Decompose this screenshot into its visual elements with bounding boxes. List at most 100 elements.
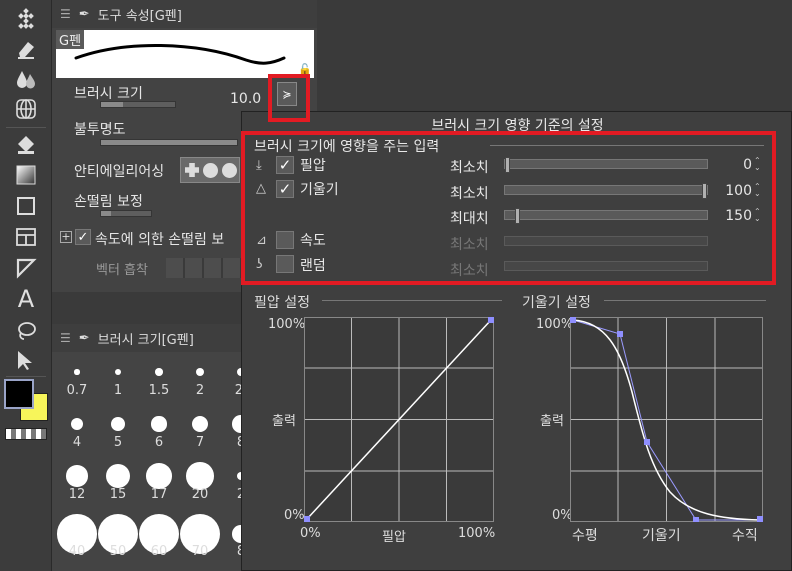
random-min-slider (504, 261, 708, 271)
brush-size-cell[interactable]: 0.7 (57, 358, 97, 398)
lasso-icon[interactable] (12, 318, 40, 344)
brush-size-slider[interactable] (100, 101, 176, 108)
speed-min-slider (504, 236, 708, 246)
pressure-graph-x-right: 100% (458, 526, 496, 541)
brush-size-grid: 0.711.522.45678121517202405060708 (52, 352, 250, 571)
pressure-min-value[interactable]: 0 (716, 157, 752, 173)
fill-bucket-icon[interactable] (12, 132, 40, 158)
brush-size-panel-title: 브러시 크기[G펜] (97, 332, 194, 348)
brush-size-label: 40 (68, 544, 86, 559)
transparent-color-swatch[interactable] (5, 428, 47, 440)
tilt-min-slider[interactable] (504, 183, 708, 199)
tilt-graph-title: 기울기 설정 (522, 295, 591, 311)
tilt-max-spinner[interactable]: ⌃ ⌄ (754, 208, 763, 223)
select-arrow-icon[interactable] (12, 347, 40, 373)
pressure-checkbox[interactable]: ✓ (276, 156, 294, 174)
brush-size-cell[interactable]: 40 (57, 514, 97, 559)
tilt-min-thumb[interactable] (702, 183, 707, 199)
brush-size-label: 12 (68, 487, 86, 502)
random-label: 랜덤 (300, 258, 326, 274)
brush-size-cell[interactable]: 12 (57, 462, 97, 502)
stabilization-label: 손떨림 보정 (74, 194, 143, 210)
vector-options[interactable] (166, 258, 241, 278)
pressure-curve-point[interactable] (488, 317, 494, 323)
section-title: 브러시 크기에 영향을 주는 입력 (254, 139, 440, 155)
brush-size-label: 2 (195, 383, 205, 398)
pressure-min-spinner[interactable]: ⌃ ⌄ (754, 157, 763, 172)
gradient-icon[interactable] (12, 162, 40, 188)
brush-size-cell[interactable]: 5 (98, 410, 138, 450)
tilt-min-spinner[interactable]: ⌃ ⌄ (754, 183, 763, 198)
random-checkbox[interactable] (276, 255, 294, 273)
speed-stab-checkbox[interactable]: ✓ (75, 229, 91, 245)
brush-size-cell[interactable]: 2 (180, 358, 220, 398)
brush-size-dot (111, 417, 125, 431)
tilt-max-value[interactable]: 150 (716, 208, 752, 224)
tilt-curve-point[interactable] (757, 516, 763, 522)
brush-size-label: 15 (109, 487, 127, 502)
pressure-min-thumb[interactable] (505, 157, 510, 173)
brush-size-cell[interactable]: 7 (180, 410, 220, 450)
main-color-swatch[interactable] (4, 379, 34, 409)
globe-grid-icon[interactable] (12, 96, 40, 122)
tilt-max-thumb[interactable] (515, 208, 520, 224)
antialias-none-icon[interactable] (185, 163, 199, 177)
brush-size-cell[interactable]: 6 (139, 410, 179, 450)
text-icon[interactable]: A (12, 285, 40, 313)
brush-size-cell[interactable]: 50 (98, 514, 138, 559)
opacity-slider[interactable] (100, 139, 238, 146)
fill-drops-icon[interactable] (12, 66, 40, 92)
pressure-graph-title: 필압 설정 (254, 295, 310, 311)
pen-icon: ✒ (78, 6, 90, 22)
lock-icon[interactable]: 🔓 (298, 63, 312, 76)
tilt-checkbox[interactable]: ✓ (276, 180, 294, 198)
antialias-selector[interactable] (180, 157, 240, 183)
eraser-icon[interactable] (12, 36, 40, 62)
pressure-min-slider[interactable] (504, 157, 708, 173)
brush-size-cell[interactable]: 1.5 (139, 358, 179, 398)
antialias-weak-icon[interactable] (203, 162, 218, 178)
tilt-curve-point[interactable] (693, 517, 699, 522)
tool-property-title: 도구 속성[G펜] (97, 8, 182, 24)
brush-size-cell[interactable]: 60 (139, 514, 179, 559)
antialias-mid-icon[interactable] (222, 162, 237, 178)
brush-size-cell[interactable]: 4 (57, 410, 97, 450)
ruler-icon[interactable] (12, 255, 40, 281)
speed-min-label: 최소치 (450, 237, 489, 253)
brush-size-cell[interactable]: 1 (98, 358, 138, 398)
tilt-max-slider[interactable] (504, 208, 708, 224)
dialog-title: 브러시 크기 영향 기준의 설정 (431, 118, 604, 134)
tilt-curve-point[interactable] (617, 331, 623, 337)
grid-icon[interactable] (12, 6, 40, 32)
brush-size-value[interactable]: 10.0 (230, 91, 261, 107)
tilt-curve-graph[interactable] (570, 317, 763, 522)
brush-size-label: 4 (72, 435, 82, 450)
brush-size-dot (146, 463, 172, 489)
brush-size-dot (66, 465, 88, 487)
brush-size-label: 브러시 크기 (74, 86, 143, 102)
rectangle-icon[interactable] (12, 193, 40, 219)
stabilization-slider[interactable] (100, 210, 152, 217)
antialias-label: 안티에일리어싱 (74, 164, 165, 180)
tool-palette: A (0, 0, 52, 571)
brush-size-cell[interactable]: 20 (180, 462, 220, 502)
brush-size-cell[interactable]: 15 (98, 462, 138, 502)
menu-icon[interactable]: ☰ (60, 331, 71, 345)
brush-size-panel: ☰ ✒ 브러시 크기[G펜] 0.711.522.456781215172024… (52, 324, 250, 571)
brush-size-cell[interactable]: 17 (139, 462, 179, 502)
speed-checkbox[interactable] (276, 231, 294, 249)
brush-size-label: 0.7 (66, 383, 88, 398)
frame-icon[interactable] (12, 224, 40, 250)
pressure-curve-graph[interactable] (304, 317, 494, 522)
brush-size-cell[interactable]: 70 (180, 514, 220, 559)
tilt-min-value[interactable]: 100 (716, 183, 752, 199)
brush-preview: G펜 🔓 (56, 30, 314, 78)
tilt-icon: △ (256, 181, 266, 196)
brush-size-dynamics-button[interactable]: ≽ (277, 82, 297, 106)
tilt-curve-point[interactable] (644, 439, 650, 445)
menu-icon[interactable]: ☰ (60, 7, 71, 21)
tilt-curve-point[interactable] (570, 317, 576, 323)
expand-plus-icon[interactable]: + (60, 231, 72, 243)
pressure-curve-point[interactable] (304, 516, 310, 522)
section-divider (490, 145, 764, 146)
